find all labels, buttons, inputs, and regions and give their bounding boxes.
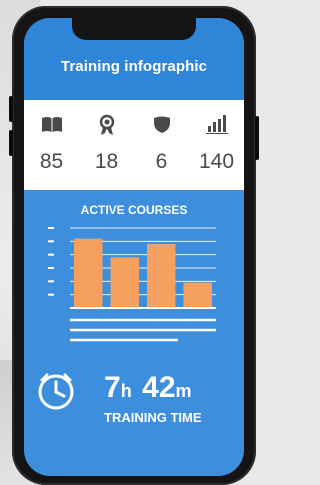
active-courses-chart (48, 227, 216, 342)
stat-shield[interactable]: 6 (134, 100, 189, 190)
chart-bar (183, 282, 212, 308)
stat-awards[interactable]: 18 (79, 100, 134, 190)
phone-notch (72, 18, 196, 40)
shield-icon (154, 116, 170, 133)
training-time-label: TRAINING TIME (104, 410, 202, 425)
clock-icon (38, 373, 74, 410)
stat-bar-chart[interactable]: 140 (189, 100, 244, 190)
stat-bar-chart-value: 140 (198, 150, 235, 173)
bar-chart-icon (206, 115, 228, 134)
training-time-value: 7h 42m (104, 371, 192, 405)
chart-bar (74, 238, 103, 308)
training-time-section: 7h 42m TRAINING TIME (24, 363, 244, 433)
power-button (255, 116, 259, 160)
stat-awards-value: 18 (94, 150, 119, 173)
stat-books[interactable]: 85 (24, 100, 79, 190)
award-ribbon-icon (99, 114, 115, 135)
chart-title: ACTIVE COURSES (80, 203, 188, 217)
app-header: Training infographic (24, 18, 244, 100)
training-minutes-unit: m (175, 381, 192, 401)
volume-down-button (9, 130, 13, 156)
phone-frame: Training infographic 85 18 6 140 ACTIVE … (9, 6, 259, 485)
chart-bar (147, 244, 176, 308)
book-icon (42, 117, 62, 132)
stats-row: 85 18 6 140 (24, 100, 244, 190)
phone-screen: Training infographic 85 18 6 140 ACTIVE … (24, 18, 244, 476)
stat-shield-value: 6 (155, 150, 168, 173)
training-minutes: 42 (142, 371, 176, 404)
training-hours-unit: h (120, 381, 132, 401)
volume-up-button (9, 96, 13, 122)
app-title: Training infographic (60, 58, 208, 75)
training-hours: 7 (104, 371, 121, 404)
chart-bar (110, 257, 139, 308)
stat-books-value: 85 (39, 150, 64, 173)
